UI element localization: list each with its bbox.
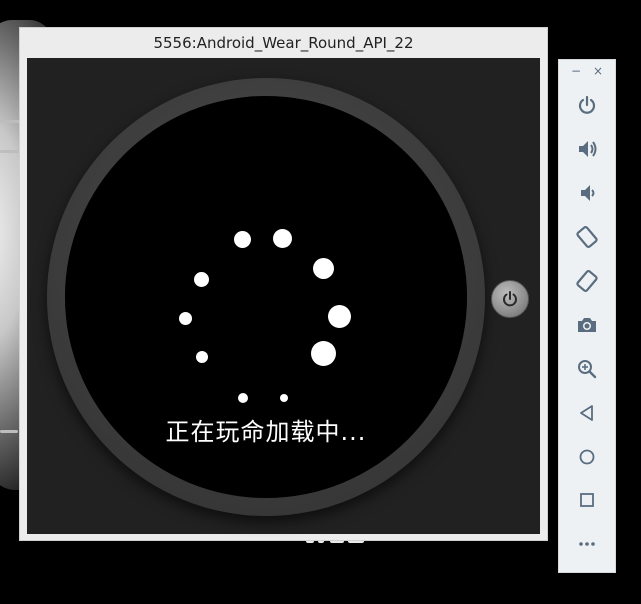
home-circle-icon: [579, 449, 595, 465]
emulator-window: 5556:Android_Wear_Round_API_22 正在玩命加载中..…: [19, 27, 548, 541]
minimize-button[interactable]: −: [571, 64, 581, 82]
power-button[interactable]: [568, 87, 606, 123]
back-button[interactable]: [568, 395, 606, 431]
loading-spinner-dot: [234, 231, 251, 248]
more-dots-icon: [579, 542, 595, 546]
loading-spinner-dot: [280, 394, 288, 402]
volume-down-icon: [581, 185, 595, 201]
overview-square-icon: [580, 493, 594, 507]
power-icon: [503, 291, 517, 307]
loading-spinner-dot: [196, 351, 208, 363]
zoom-icon: [578, 360, 597, 379]
volume-down-button[interactable]: [568, 175, 606, 211]
loading-spinner-dot: [311, 341, 336, 366]
volume-up-button[interactable]: [568, 131, 606, 167]
home-button[interactable]: [568, 439, 606, 475]
more-button[interactable]: [568, 526, 606, 562]
loading-spinner-dot: [194, 272, 209, 287]
zoom-button[interactable]: [568, 351, 606, 387]
power-icon: [578, 95, 596, 114]
window-title[interactable]: 5556:Android_Wear_Round_API_22: [20, 28, 547, 58]
rotate-left-button[interactable]: [568, 219, 606, 255]
emulator-screen: 正在玩命加载中...: [27, 58, 540, 534]
loading-spinner-dot: [313, 258, 334, 279]
watch-power-button[interactable]: [491, 280, 529, 318]
loading-spinner-dot: [328, 305, 351, 328]
rotate-right-button[interactable]: [568, 263, 606, 299]
volume-up-icon: [579, 141, 597, 157]
back-triangle-icon: [580, 405, 593, 421]
watch-face[interactable]: 正在玩命加载中...: [65, 96, 467, 498]
loading-spinner-dot: [273, 229, 292, 248]
watch-bezel: 正在玩命加载中...: [47, 78, 485, 516]
loading-spinner-dot: [238, 393, 248, 403]
emulator-toolbar: − ×: [558, 59, 616, 573]
screenshot-button[interactable]: [568, 307, 606, 343]
wallpaper-detail: [0, 430, 18, 433]
rotate-left-icon: [576, 225, 598, 249]
overview-button[interactable]: [568, 482, 606, 518]
camera-icon: [578, 318, 596, 332]
loading-spinner-dot: [179, 312, 192, 325]
close-button[interactable]: ×: [593, 64, 603, 82]
rotate-right-icon: [576, 269, 598, 293]
loading-text: 正在玩命加载中...: [165, 418, 367, 446]
